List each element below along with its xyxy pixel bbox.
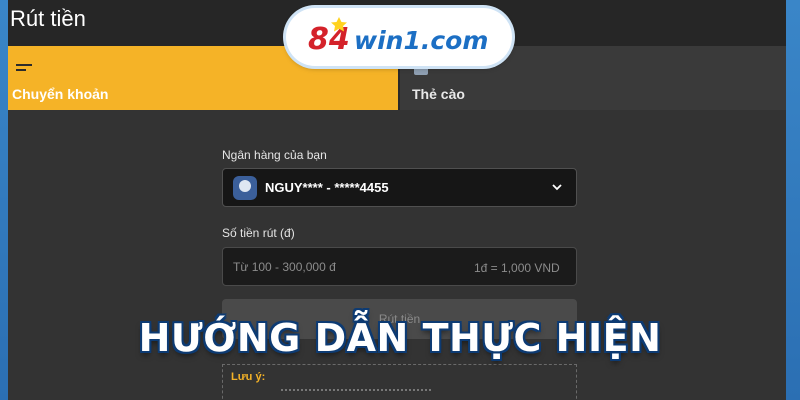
note-label: Lưu ý: [231, 371, 266, 383]
tab-label: Thẻ cào [412, 86, 465, 102]
logo-brand: win1.com [354, 26, 488, 55]
list-icon [16, 64, 32, 76]
card-icon [414, 65, 428, 75]
bank-account-value: NGUY**** - *****4455 [265, 180, 389, 195]
note-text-placeholder [281, 389, 431, 391]
banner-caption: HƯỚNG DẪN THỰC HIỆN [138, 316, 662, 360]
tab-label: Chuyển khoản [12, 86, 109, 102]
page-title: Rút tiền [10, 6, 86, 31]
chevron-down-icon [552, 184, 562, 191]
exchange-rate-text: 1đ = 1,000 VND [474, 261, 560, 275]
logo-number: 84 [308, 22, 350, 57]
amount-field-label: Số tiền rút (đ) [222, 226, 295, 240]
bank-field-label: Ngân hàng của bạn [222, 148, 327, 162]
brand-logo-graphic: 84 win1.com [308, 17, 488, 57]
note-box: Lưu ý: [222, 364, 577, 400]
user-avatar-icon [233, 176, 257, 200]
bank-select[interactable]: NGUY**** - *****4455 [222, 168, 577, 207]
brand-logo: 84 win1.com [286, 8, 512, 66]
